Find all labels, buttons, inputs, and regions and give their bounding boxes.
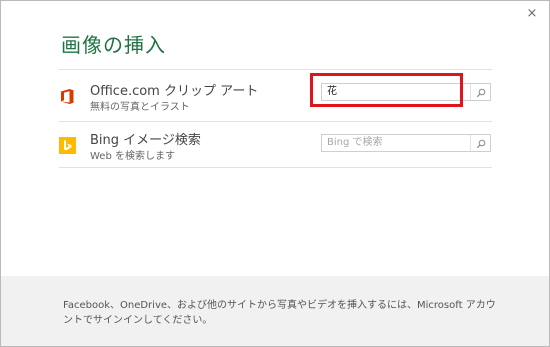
bing-search-box [321, 134, 491, 152]
office-search-box [321, 83, 491, 101]
footer: Facebook、OneDrive、および他のサイトから写真やビデオを挿入するに… [1, 276, 549, 346]
bing-search-subtitle: Web を検索します [90, 151, 175, 162]
divider [59, 167, 492, 168]
search-icon [476, 134, 486, 153]
divider [59, 121, 492, 122]
close-button[interactable]: × [523, 5, 541, 23]
bing-search-input[interactable] [327, 135, 467, 151]
sign-in-message: Facebook、OneDrive、および他のサイトから写真やビデオを挿入するに… [63, 300, 496, 326]
close-icon: × [526, 6, 538, 21]
bing-image-search-row[interactable]: Bing イメージ検索 Web を検索します [59, 129, 492, 169]
insert-picture-dialog: × 画像の挿入 Office.com クリップ アート 無料の写真とイラスト 花… [0, 0, 550, 347]
office-search-input[interactable] [327, 84, 467, 100]
office-search-button[interactable] [470, 84, 490, 100]
office-clipart-title: Office.com クリップ アート [90, 84, 259, 99]
office-clipart-row[interactable]: Office.com クリップ アート 無料の写真とイラスト [59, 80, 492, 120]
dialog-title: 画像の挿入 [61, 33, 166, 57]
office-icon [59, 88, 76, 105]
divider [59, 69, 492, 70]
search-icon [476, 83, 486, 102]
bing-icon [59, 137, 76, 154]
office-clipart-subtitle: 無料の写真とイラスト [90, 102, 190, 113]
bing-search-title: Bing イメージ検索 [90, 133, 201, 148]
bing-search-button[interactable] [470, 135, 490, 151]
